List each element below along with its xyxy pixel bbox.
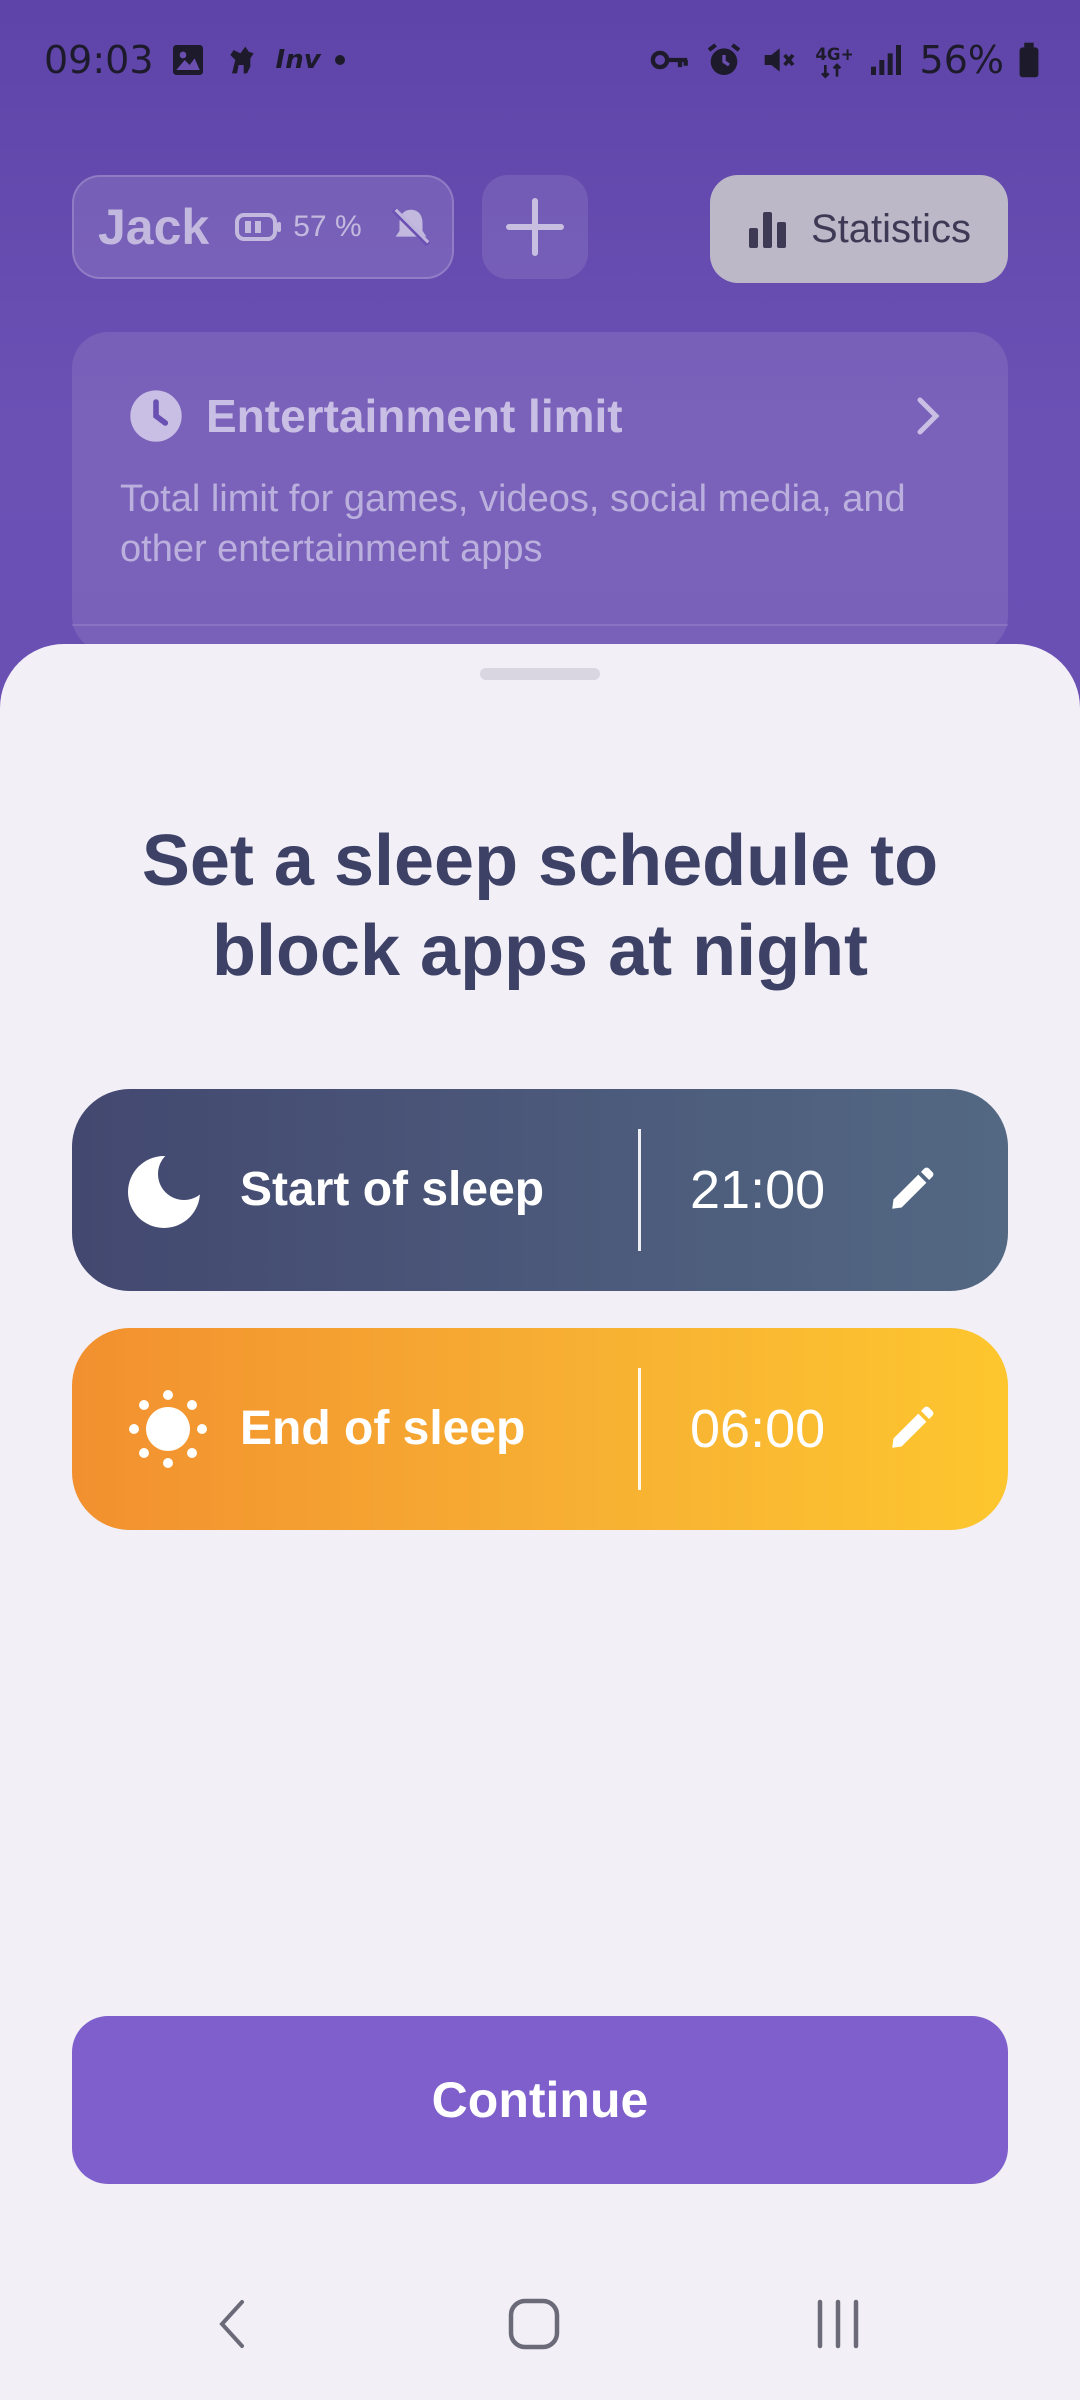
device-muted-icon bbox=[391, 207, 430, 247]
user-selector[interactable]: Jack 57 % bbox=[72, 175, 454, 279]
row-separator bbox=[638, 1129, 641, 1251]
edit-pencil-icon[interactable] bbox=[886, 1165, 936, 1215]
start-of-sleep-label: Start of sleep bbox=[240, 1163, 545, 1216]
inv-icon: Inv bbox=[275, 45, 321, 75]
moon-icon bbox=[128, 1156, 200, 1228]
gallery-icon bbox=[172, 45, 203, 75]
continue-button[interactable]: Continue bbox=[72, 2016, 1008, 2184]
entertainment-limit-card[interactable]: Entertainment limit Total limit for game… bbox=[72, 332, 1008, 652]
4g-icon: 4G+ bbox=[815, 45, 852, 79]
user-battery-text: 57 % bbox=[293, 210, 362, 243]
end-of-sleep-row[interactable]: End of sleep 06:00 bbox=[72, 1328, 1008, 1530]
start-of-sleep-row[interactable]: Start of sleep 21:00 bbox=[72, 1089, 1008, 1291]
bar-chart-icon bbox=[748, 212, 786, 248]
row-separator bbox=[638, 1368, 641, 1490]
nav-recents-button[interactable] bbox=[778, 2264, 898, 2384]
end-of-sleep-label: End of sleep bbox=[240, 1402, 526, 1455]
sheet-title: Set a sleep schedule to block apps at ni… bbox=[141, 821, 939, 991]
top-row: Jack 57 % Statistics bbox=[72, 175, 1008, 283]
end-of-sleep-time[interactable]: 06:00 bbox=[690, 1328, 825, 1530]
dog-icon bbox=[229, 46, 254, 74]
battery-percent: 56% bbox=[919, 38, 1004, 82]
entertainment-limit-description: Total limit for games, videos, social me… bbox=[120, 478, 906, 570]
sleep-schedule-sheet: Set a sleep schedule to block apps at ni… bbox=[0, 644, 1080, 2400]
background-app: 09:03 Inv 4G+ 56% Jack 57 % Statistics E… bbox=[0, 0, 1080, 700]
statistics-label: Statistics bbox=[810, 206, 972, 251]
back-icon bbox=[219, 2300, 244, 2348]
sun-icon bbox=[129, 1390, 207, 1468]
status-bar: 09:03 Inv 4G+ 56% bbox=[0, 0, 1080, 120]
home-icon bbox=[508, 2298, 560, 2350]
statistics-button[interactable]: Statistics bbox=[710, 175, 1008, 283]
status-right: 4G+ 56% bbox=[650, 38, 1040, 82]
user-battery: 57 % bbox=[235, 210, 362, 244]
entertainment-limit-title: Entertainment limit bbox=[206, 390, 623, 442]
notification-dot bbox=[334, 55, 345, 65]
alarm-icon bbox=[707, 43, 740, 75]
nav-back-button[interactable] bbox=[172, 2264, 292, 2384]
entertainment-limit-header: Entertainment limit bbox=[128, 388, 623, 444]
signal-icon bbox=[870, 45, 901, 75]
battery-icon bbox=[1019, 42, 1039, 78]
chevron-right-icon bbox=[917, 397, 940, 435]
system-nav-bar bbox=[0, 2264, 1080, 2400]
start-of-sleep-time[interactable]: 21:00 bbox=[690, 1089, 825, 1291]
plus-icon bbox=[506, 198, 564, 256]
add-child-button[interactable] bbox=[482, 175, 588, 279]
mute-icon bbox=[764, 48, 794, 72]
svg-text:4G+: 4G+ bbox=[815, 45, 852, 64]
clock-icon bbox=[130, 390, 182, 442]
card-divider bbox=[72, 624, 1008, 626]
status-time: 09:03 bbox=[44, 38, 154, 82]
recents-icon bbox=[817, 2299, 859, 2349]
device-battery-icon bbox=[235, 213, 282, 241]
user-name: Jack bbox=[98, 199, 210, 255]
edit-pencil-icon[interactable] bbox=[886, 1404, 936, 1454]
status-left: 09:03 Inv bbox=[44, 38, 345, 82]
nav-home-button[interactable] bbox=[474, 2264, 594, 2384]
vpn-key-icon bbox=[650, 50, 688, 70]
sheet-drag-handle[interactable] bbox=[480, 668, 600, 680]
